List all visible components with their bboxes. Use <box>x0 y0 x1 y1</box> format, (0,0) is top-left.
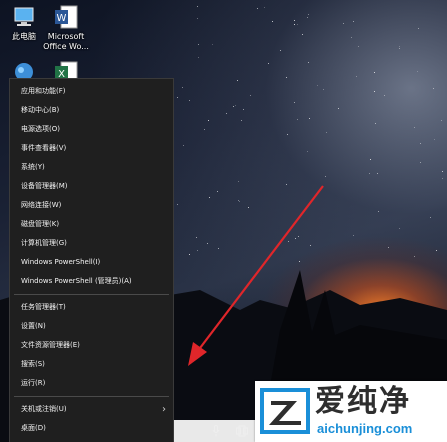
word-icon: W <box>55 5 78 29</box>
star <box>383 94 385 96</box>
menu-item-mobility-center[interactable]: 移动中心(B) <box>10 101 173 120</box>
star <box>301 33 303 35</box>
menu-item-file-explorer[interactable]: 文件资源管理器(E) <box>10 336 173 355</box>
desktop-icon-word[interactable]: W Microsoft Office Wo... <box>38 4 94 52</box>
menu-item-settings[interactable]: 设置(N) <box>10 317 173 336</box>
menu-item-device-manager[interactable]: 设备管理器(M) <box>10 177 173 196</box>
star <box>280 49 282 51</box>
star <box>387 246 389 248</box>
star <box>352 20 354 22</box>
menu-separator <box>14 396 169 397</box>
star <box>309 244 311 246</box>
winx-context-menu: 应用和功能(F) 移动中心(B) 电源选项(O) 事件查看器(V) 系统(Y) … <box>9 78 174 442</box>
menu-item-computer-management[interactable]: 计算机管理(G) <box>10 234 173 253</box>
menu-item-power-options[interactable]: 电源选项(O) <box>10 120 173 139</box>
star <box>285 76 287 78</box>
microphone-icon[interactable] <box>212 425 220 437</box>
star <box>293 101 295 103</box>
watermark: 爱纯净 aichunjing.com <box>255 381 447 442</box>
star <box>238 200 240 202</box>
menu-item-task-manager[interactable]: 任务管理器(T) <box>10 298 173 317</box>
desktop-icon-label: Microsoft Office Wo... <box>43 32 89 51</box>
star <box>376 172 378 174</box>
menu-item-system[interactable]: 系统(Y) <box>10 158 173 177</box>
star <box>420 161 422 163</box>
watermark-title: 爱纯净 <box>315 384 411 419</box>
menu-item-search[interactable]: 搜索(S) <box>10 355 173 374</box>
star <box>216 190 218 192</box>
menu-item-desktop[interactable]: 桌面(D) <box>10 419 173 438</box>
star <box>197 5 199 7</box>
star <box>188 253 190 255</box>
menu-item-network-connections[interactable]: 网络连接(W) <box>10 196 173 215</box>
star <box>324 176 326 178</box>
computer-icon <box>14 7 34 26</box>
menu-item-label: 关机或注销(U) <box>21 405 67 413</box>
star <box>298 261 300 263</box>
menu-separator <box>14 294 169 295</box>
star <box>207 119 209 121</box>
star <box>272 20 274 22</box>
svg-text:W: W <box>57 13 67 24</box>
star <box>240 119 242 121</box>
star <box>413 127 415 129</box>
star <box>357 45 359 47</box>
chevron-right-icon: › <box>162 404 166 415</box>
menu-item-event-viewer[interactable]: 事件查看器(V) <box>10 139 173 158</box>
menu-item-shutdown-signout[interactable]: 关机或注销(U) › <box>10 400 173 419</box>
star <box>247 206 249 208</box>
star <box>237 199 239 201</box>
star <box>182 144 184 146</box>
star <box>419 142 421 144</box>
watermark-url: aichunjing.com <box>317 421 413 436</box>
menu-item-powershell-admin[interactable]: Windows PowerShell (管理员)(A) <box>10 272 173 291</box>
star <box>368 172 370 174</box>
menu-item-run[interactable]: 运行(R) <box>10 374 173 393</box>
star <box>268 62 270 64</box>
aichunjing-logo-icon <box>260 388 310 434</box>
star <box>434 138 436 140</box>
star <box>296 118 298 120</box>
star <box>196 250 198 252</box>
star <box>307 62 309 64</box>
menu-item-powershell[interactable]: Windows PowerShell(I) <box>10 253 173 272</box>
menu-item-disk-management[interactable]: 磁盘管理(K) <box>10 215 173 234</box>
menu-item-apps-features[interactable]: 应用和功能(F) <box>10 82 173 101</box>
star <box>188 99 190 101</box>
star <box>197 44 199 46</box>
star <box>432 87 434 89</box>
star <box>242 108 244 110</box>
task-view-icon[interactable] <box>236 425 248 437</box>
